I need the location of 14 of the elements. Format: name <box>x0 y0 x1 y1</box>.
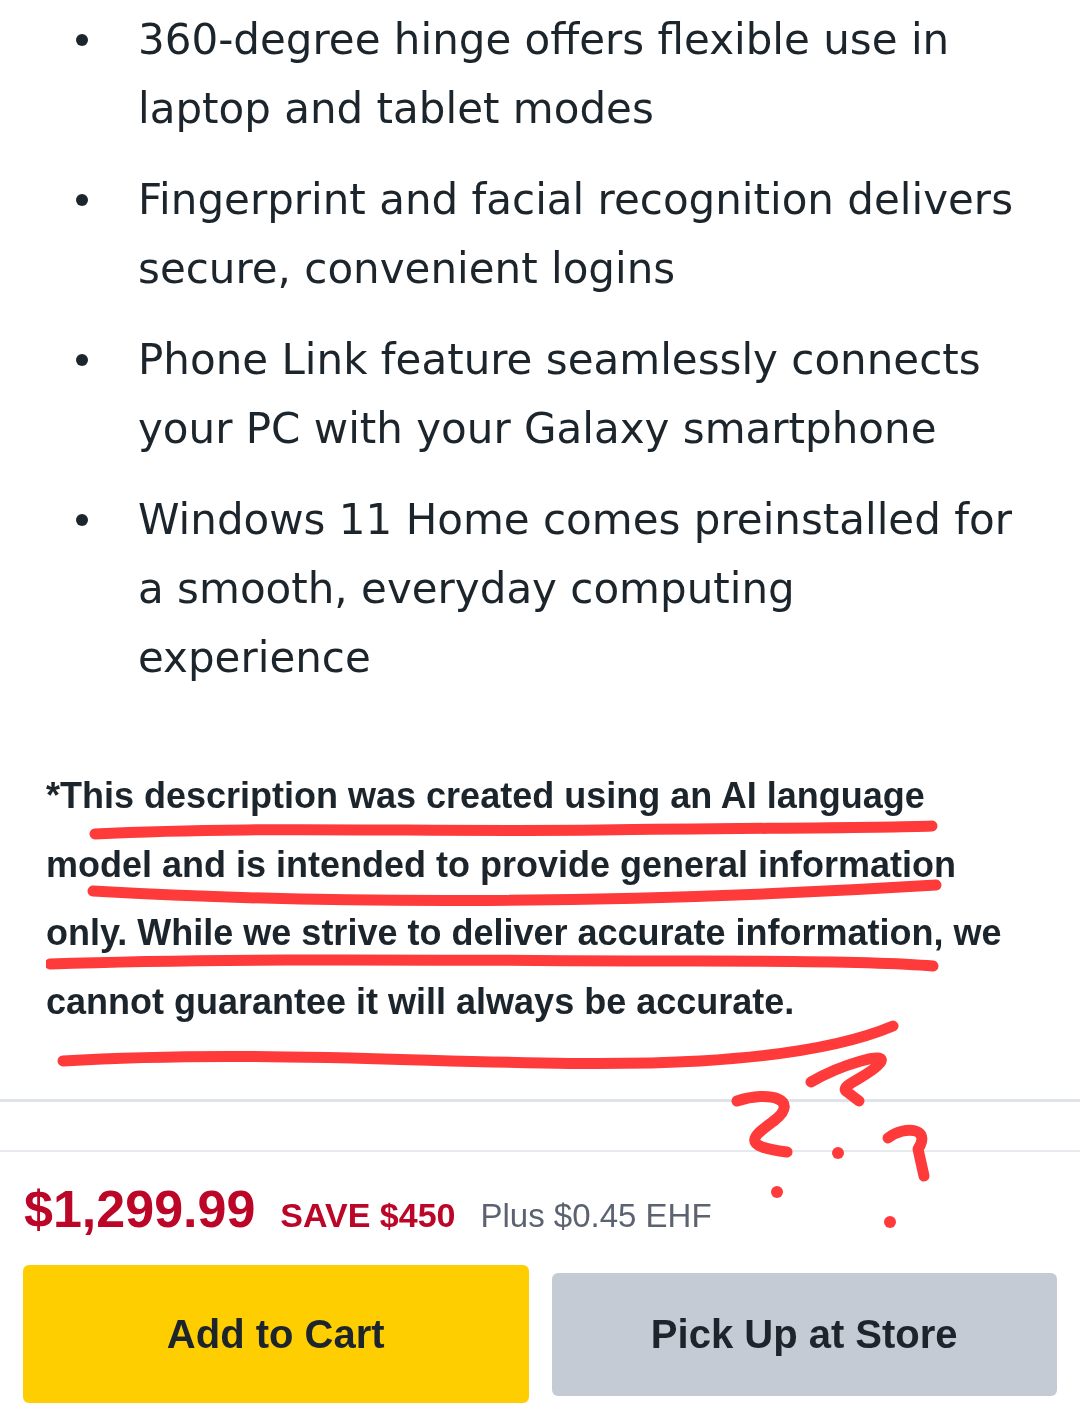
feature-text: Fingerprint and facial recognition delivers secure, convenient logins <box>138 174 1014 295</box>
bullet-icon <box>76 353 88 366</box>
savings-text: SAVE $450 <box>280 1198 456 1232</box>
feature-text: Phone Link feature seamlessly connects your PC with your Galaxy smartphone <box>138 334 982 455</box>
pick-up-button[interactable]: Pick Up at Store <box>551 1272 1057 1396</box>
fee-text: Plus $0.45 EHF <box>480 1199 712 1232</box>
bullet-icon <box>76 193 88 206</box>
add-to-cart-button[interactable]: Add to Cart <box>23 1265 529 1403</box>
disclaimer-text: *This description was created using an AI language model and is intended to provide general information only. While we strive to deliver accurate information, we cannot guarantee it will always be accurate. <box>46 762 1040 1070</box>
feature-text: 360-degree hinge offers flexible use in laptop and tablet modes <box>138 14 951 135</box>
bullet-icon <box>76 33 88 46</box>
price-text: $1,299.99 <box>24 1183 256 1235</box>
bullet-icon <box>76 513 88 526</box>
feature-text: Windows 11 Home comes preinstalled for a smooth, everyday computing experience <box>138 494 1013 684</box>
